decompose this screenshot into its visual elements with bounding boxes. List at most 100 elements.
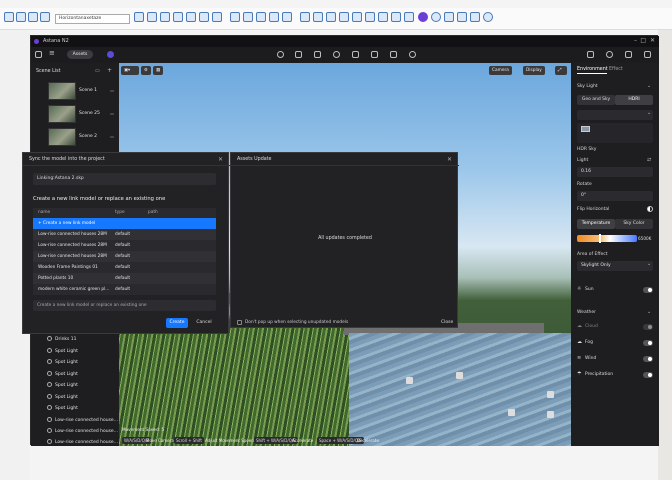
host-tool-icon[interactable]: [147, 12, 157, 22]
table-row[interactable]: Potted plants 10 default: [33, 273, 216, 284]
precipitation-toggle[interactable]: [643, 372, 653, 378]
menu-icon[interactable]: ≡: [49, 49, 55, 57]
table-row[interactable]: Low-rise connected houses 28M default: [33, 229, 216, 240]
ai-icon[interactable]: [107, 51, 114, 58]
cloud-toggle[interactable]: [643, 324, 653, 330]
create-link-row[interactable]: + Create a new link model: [33, 218, 216, 229]
light-marker-icon[interactable]: [547, 411, 554, 418]
grid-icon[interactable]: [371, 51, 378, 58]
host-tool-icon[interactable]: [444, 12, 454, 22]
settings-icon[interactable]: ⚙: [141, 66, 151, 75]
host-tool-icon[interactable]: [173, 12, 183, 22]
measure-icon[interactable]: [295, 51, 302, 58]
light-marker-icon[interactable]: [508, 409, 515, 416]
temperature-slider[interactable]: [577, 235, 637, 242]
swap-icon[interactable]: ⇄: [647, 157, 651, 163]
temperature-button[interactable]: Temperature: [577, 219, 615, 229]
host-tool-icon[interactable]: [313, 12, 323, 22]
tab-environment[interactable]: Environment: [577, 67, 608, 72]
tab-assets[interactable]: Assets: [67, 50, 93, 59]
plugin-logo-icon[interactable]: [418, 12, 428, 22]
hdri-thumbnail[interactable]: [581, 126, 590, 132]
camera-icon[interactable]: [606, 51, 613, 58]
chevron-down-icon[interactable]: ⌄: [647, 110, 651, 116]
scene-item[interactable]: Scene 2 ▭: [35, 127, 115, 147]
host-tool-icon[interactable]: [404, 12, 414, 22]
host-tool-icon[interactable]: [160, 12, 170, 22]
wind-toggle[interactable]: [643, 356, 653, 362]
camera-button[interactable]: Camera: [489, 66, 512, 75]
host-tool-icon[interactable]: [230, 12, 240, 22]
host-tool-icon[interactable]: [326, 12, 336, 22]
host-style-select[interactable]: Horizontanaxetaze: [55, 14, 130, 24]
light-marker-icon[interactable]: [456, 372, 463, 379]
video-icon[interactable]: [625, 51, 632, 58]
scene-view-icon[interactable]: ▭: [95, 68, 100, 74]
table-row[interactable]: Low-rise connected houses 28M default: [33, 251, 216, 262]
sun-row[interactable]: ☼ Sun: [574, 284, 656, 296]
host-tool-icon[interactable]: [28, 12, 38, 22]
fog-row[interactable]: ☁ Fog: [574, 337, 656, 349]
host-tool-icon[interactable]: [378, 12, 388, 22]
cube-icon[interactable]: [352, 51, 359, 58]
host-tool-icon[interactable]: [365, 12, 375, 22]
list-item[interactable]: Low-rise connected house...: [47, 415, 118, 426]
host-tool-icon[interactable]: [457, 12, 467, 22]
timer-icon[interactable]: [333, 51, 340, 58]
gallery-icon[interactable]: [644, 51, 651, 58]
link-mode-select[interactable]: Create a new link model or replace an ex…: [33, 300, 216, 311]
close-icon[interactable]: ✕: [447, 156, 452, 163]
light-bulb-icon[interactable]: [277, 51, 284, 58]
table-row[interactable]: modern white ceramic green pl... default: [33, 284, 216, 295]
display-button[interactable]: Display: [523, 66, 545, 75]
list-item[interactable]: Low-rise connected house...: [47, 437, 118, 448]
list-item[interactable]: Drinks 11: [47, 334, 77, 345]
add-scene-icon[interactable]: +: [107, 67, 112, 74]
scene-item[interactable]: Scene 1 ▭: [35, 81, 115, 101]
host-help-icon[interactable]: [483, 12, 493, 22]
hdri-select[interactable]: [577, 110, 653, 120]
host-tool-icon[interactable]: [339, 12, 349, 22]
host-tool-icon[interactable]: [431, 12, 441, 22]
minimize-icon[interactable]: –: [634, 37, 637, 44]
host-tool-icon[interactable]: [199, 12, 209, 22]
list-item[interactable]: Low-rise connected house...: [47, 426, 118, 437]
sky-color-button[interactable]: Sky Color: [615, 219, 653, 229]
host-tool-icon[interactable]: [134, 12, 144, 22]
list-item[interactable]: Spot Light: [47, 380, 78, 391]
light-value-input[interactable]: 0.16: [577, 167, 653, 177]
host-tool-icon[interactable]: [243, 12, 253, 22]
export-icon[interactable]: [587, 51, 594, 58]
host-tool-icon[interactable]: [352, 12, 362, 22]
chevron-down-icon[interactable]: ⌄: [647, 83, 651, 89]
light-marker-icon[interactable]: [547, 391, 554, 398]
host-tool-icon[interactable]: [282, 12, 292, 22]
wind-row[interactable]: ≋ Wind: [574, 353, 656, 365]
host-tool-icon[interactable]: [269, 12, 279, 22]
list-item[interactable]: Spot Light: [47, 403, 78, 414]
tab-effect[interactable]: Effect: [609, 67, 623, 72]
ufo-icon[interactable]: [409, 51, 416, 58]
flip-toggle-icon[interactable]: [647, 206, 653, 212]
host-tool-icon[interactable]: [40, 12, 50, 22]
host-tool-icon[interactable]: [300, 12, 310, 22]
cloud-row[interactable]: ☁ Cloud: [574, 321, 656, 333]
host-tool-icon[interactable]: [16, 12, 26, 22]
dont-show-checkbox[interactable]: [237, 320, 242, 325]
sun-toggle[interactable]: [643, 287, 653, 293]
list-item[interactable]: Spot Light: [47, 357, 78, 368]
magic-icon[interactable]: [95, 51, 102, 58]
rotate-value-input[interactable]: 0°: [577, 191, 653, 201]
host-tool-icon[interactable]: [186, 12, 196, 22]
area-of-effect-select[interactable]: Skylight Only: [577, 261, 653, 271]
close-icon[interactable]: ✕: [218, 156, 223, 163]
table-row[interactable]: Low-rise connected houses 28M default: [33, 240, 216, 251]
view-mode-icon[interactable]: ▣▾: [121, 66, 139, 75]
layers-icon[interactable]: [390, 51, 397, 58]
close-icon[interactable]: ✕: [650, 37, 655, 44]
light-marker-icon[interactable]: [406, 377, 413, 384]
scene-camera-icon[interactable]: ▭: [110, 134, 114, 139]
host-tool-icon[interactable]: [4, 12, 14, 22]
list-item[interactable]: Spot Light: [47, 369, 78, 380]
hdri-button[interactable]: HDRI: [615, 95, 653, 105]
